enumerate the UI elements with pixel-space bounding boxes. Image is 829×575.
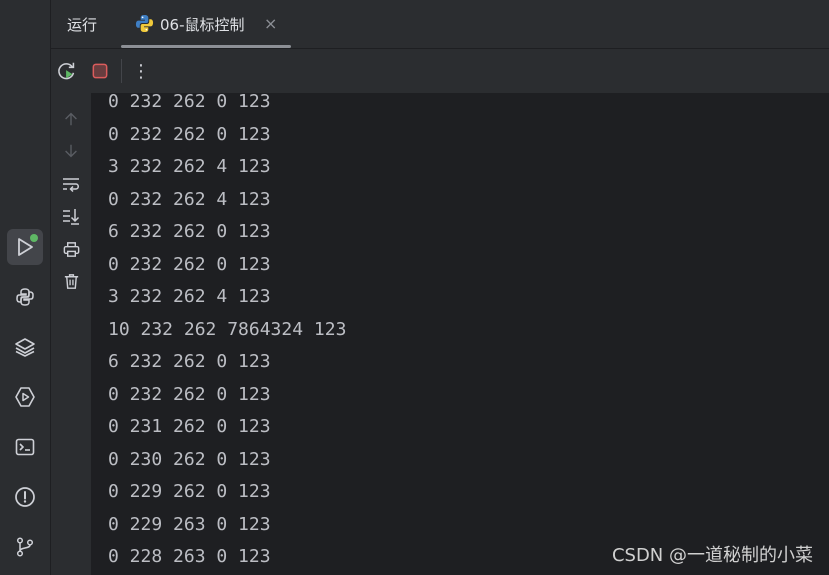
scroll-up-button[interactable] bbox=[60, 108, 82, 130]
git-button[interactable] bbox=[7, 529, 43, 565]
more-button[interactable]: ⋮ bbox=[129, 59, 153, 83]
services-icon bbox=[15, 387, 35, 407]
scroll-to-end-button[interactable] bbox=[60, 205, 82, 227]
console-line: 0 229 263 0 123 bbox=[108, 513, 271, 535]
more-icon: ⋮ bbox=[132, 60, 150, 82]
stop-button[interactable] bbox=[88, 59, 112, 83]
console-line: 0 232 262 4 123 bbox=[108, 188, 271, 210]
print-icon bbox=[63, 241, 79, 257]
console-line: 3 232 262 4 123 bbox=[108, 286, 271, 307]
console-line: 10 232 262 7864324 123 bbox=[108, 318, 347, 340]
python-console-button[interactable] bbox=[7, 279, 43, 315]
git-icon bbox=[16, 537, 34, 557]
console-line: 6 232 262 0 123 bbox=[108, 351, 271, 372]
terminal-icon bbox=[15, 438, 35, 456]
watermark: CSDN @一道秘制的小菜 bbox=[611, 545, 813, 566]
tool-window-tab-bar: 运行 06-鼠标控制 × bbox=[51, 0, 829, 49]
scroll-up-icon bbox=[65, 112, 77, 126]
layers-icon bbox=[15, 338, 35, 357]
console-line: 0 232 262 0 123 bbox=[108, 93, 271, 112]
rerun-icon bbox=[58, 62, 75, 80]
console-line: 6 232 262 0 123 bbox=[108, 221, 271, 242]
console-line: 0 229 262 0 123 bbox=[108, 481, 271, 502]
close-icon[interactable]: × bbox=[264, 14, 277, 33]
services-button[interactable] bbox=[7, 379, 43, 415]
problems-icon bbox=[15, 487, 35, 507]
tab-label: 06-鼠标控制 bbox=[160, 16, 245, 34]
rerun-button[interactable] bbox=[55, 59, 79, 83]
layers-button[interactable] bbox=[7, 329, 43, 365]
python-console-icon bbox=[16, 288, 34, 306]
scroll-down-icon bbox=[65, 144, 77, 158]
console-output[interactable]: 0 232 262 0 123 0 232 262 0 123 3 232 262 … bbox=[91, 93, 829, 575]
console-line: 0 232 262 0 123 bbox=[108, 123, 271, 145]
console-line: 0 232 262 0 123 bbox=[108, 383, 271, 405]
console-line: 0 232 262 0 123 bbox=[108, 253, 271, 275]
active-tab-indicator bbox=[121, 45, 291, 48]
soft-wrap-button[interactable] bbox=[60, 173, 82, 195]
problems-button[interactable] bbox=[7, 479, 43, 515]
stop-icon bbox=[92, 63, 108, 79]
clear-icon bbox=[64, 273, 78, 289]
run-toolbar: ⋮ bbox=[51, 49, 829, 93]
scroll-down-button[interactable] bbox=[60, 140, 82, 162]
activity-bar bbox=[0, 0, 51, 575]
ide-window: 运行 06-鼠标控制 × ⋮ 0 232 262 0 123 0 232 262… bbox=[0, 0, 829, 575]
print-button[interactable] bbox=[60, 238, 82, 260]
soft-wrap-icon bbox=[63, 178, 79, 193]
run-tool-button[interactable] bbox=[7, 229, 43, 265]
console-line: 0 231 262 0 123 bbox=[108, 416, 271, 437]
toolbar-separator bbox=[121, 59, 122, 83]
console-line: 0 228 263 0 123 bbox=[108, 546, 271, 567]
console-actions-strip bbox=[51, 93, 91, 575]
run-tool-window-title: 运行 bbox=[67, 16, 98, 34]
console-line: 0 230 262 0 123 bbox=[108, 448, 271, 470]
console-line: 3 232 262 4 123 bbox=[108, 156, 271, 177]
scroll-to-end-icon bbox=[63, 209, 80, 225]
python-file-icon bbox=[135, 14, 154, 33]
terminal-button[interactable] bbox=[7, 429, 43, 465]
clear-console-button[interactable] bbox=[60, 270, 82, 292]
running-indicator bbox=[30, 234, 38, 242]
tab-run-configuration[interactable]: 06-鼠标控制 × bbox=[121, 0, 291, 48]
